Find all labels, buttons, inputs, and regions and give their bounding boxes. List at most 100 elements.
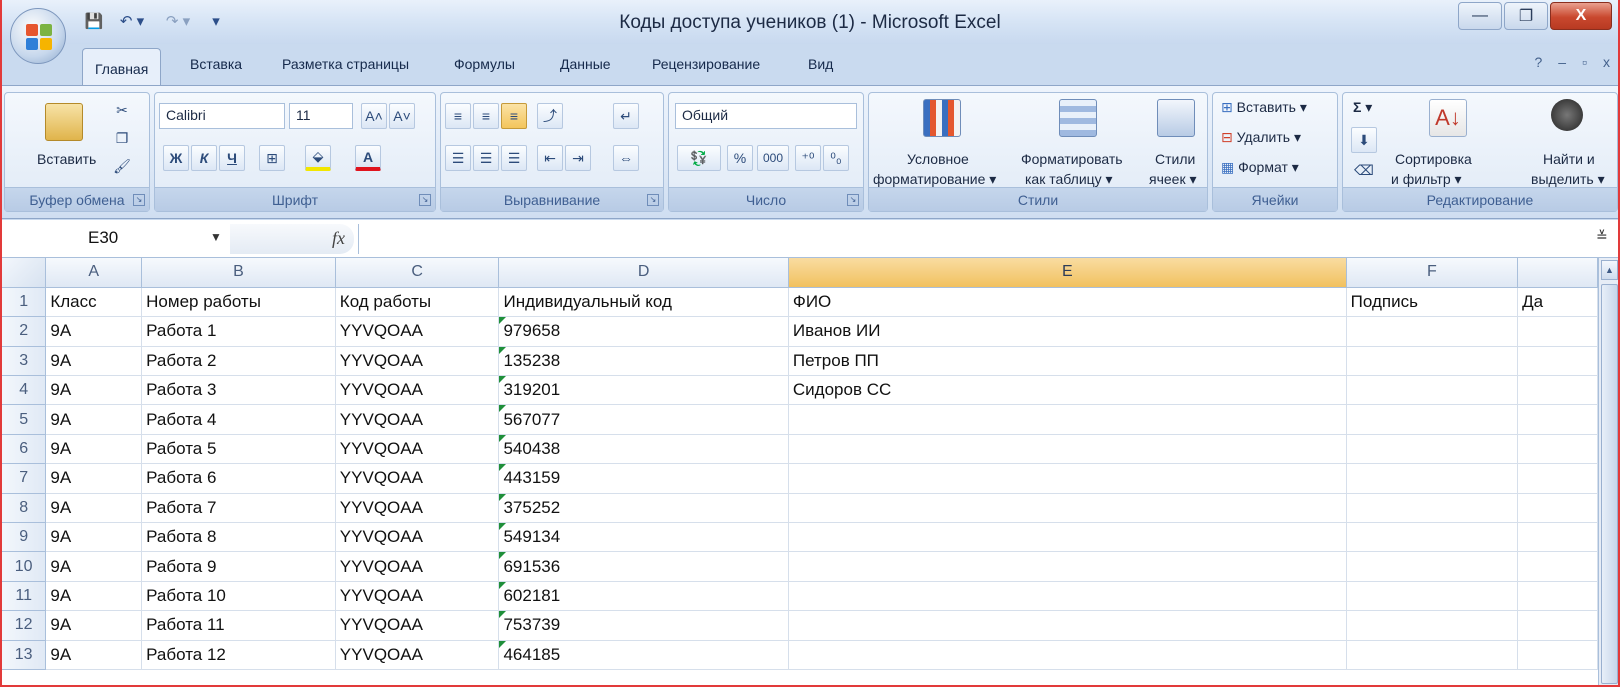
cell[interactable]: YYVQOAA <box>335 581 500 612</box>
cell[interactable] <box>1346 522 1519 553</box>
column-header-g[interactable] <box>1517 258 1598 288</box>
row-header[interactable]: 12 <box>2 610 47 641</box>
cell[interactable] <box>788 610 1347 641</box>
cell[interactable] <box>1517 493 1598 524</box>
cell[interactable] <box>1346 404 1519 435</box>
cell[interactable]: YYVQOAA <box>335 551 500 582</box>
format-cells-button[interactable]: ▦ Формат ▾ <box>1221 159 1299 176</box>
cell[interactable]: 9А <box>45 375 143 406</box>
cell[interactable]: YYVQOAA <box>335 522 500 553</box>
dialog-launcher-icon[interactable]: ↘ <box>419 194 431 206</box>
cell[interactable]: Сидоров СС <box>788 375 1347 406</box>
percent-style-button[interactable]: % <box>727 145 753 171</box>
cell[interactable]: 464185 <box>498 640 789 670</box>
cell[interactable] <box>1517 522 1598 553</box>
row-header[interactable]: 2 <box>2 316 47 347</box>
cut-icon[interactable]: ✂ <box>109 97 135 123</box>
cell[interactable]: 9А <box>45 640 143 670</box>
row-header[interactable]: 1 <box>2 287 47 318</box>
font-color-icon[interactable]: A <box>355 145 381 171</box>
align-center-icon[interactable]: ☰ <box>473 145 499 171</box>
decrease-indent-icon[interactable]: ⇤ <box>537 145 563 171</box>
cell[interactable]: Петров ПП <box>788 346 1347 377</box>
cell[interactable] <box>1517 463 1598 494</box>
tab-home[interactable]: Главная <box>82 48 162 86</box>
align-right-icon[interactable]: ☰ <box>501 145 527 171</box>
align-middle-icon[interactable]: ≡ <box>473 103 499 129</box>
fill-color-icon[interactable]: ⬙ <box>305 145 331 171</box>
formula-input[interactable] <box>358 224 1590 254</box>
delete-cells-button[interactable]: ⊟ Удалить ▾ <box>1221 129 1301 146</box>
cell[interactable] <box>1517 551 1598 582</box>
cell[interactable]: YYVQOAA <box>335 463 500 494</box>
row-header[interactable]: 9 <box>2 522 47 553</box>
cell[interactable]: Работа 5 <box>141 434 336 465</box>
cell[interactable] <box>1517 610 1598 641</box>
cell[interactable] <box>788 434 1347 465</box>
comma-style-button[interactable]: 000 <box>757 145 789 171</box>
clear-icon[interactable]: ⌫ <box>1351 157 1377 183</box>
cell[interactable]: YYVQOAA <box>335 375 500 406</box>
cell[interactable]: 443159 <box>498 463 789 494</box>
cell[interactable] <box>788 404 1347 435</box>
sort-filter-label-1[interactable]: Сортировка <box>1395 151 1472 167</box>
workbook-close-button[interactable]: x <box>1603 54 1610 70</box>
cell[interactable] <box>1346 640 1519 670</box>
cell[interactable]: Работа 4 <box>141 404 336 435</box>
cell[interactable]: 9А <box>45 522 143 553</box>
row-header[interactable]: 13 <box>2 640 47 670</box>
row-header[interactable]: 10 <box>2 551 47 582</box>
tab-data[interactable]: Данные <box>560 56 611 72</box>
tab-formulas[interactable]: Формулы <box>454 56 515 72</box>
cell[interactable]: YYVQOAA <box>335 404 500 435</box>
font-size-select[interactable]: 11 <box>289 103 353 129</box>
format-as-table-label-2[interactable]: как таблицу ▾ <box>1025 171 1113 188</box>
cell[interactable]: YYVQOAA <box>335 640 500 670</box>
align-top-icon[interactable]: ≡ <box>445 103 471 129</box>
decrease-decimal-button[interactable]: ⁰₀ <box>823 145 849 171</box>
format-painter-icon[interactable]: 🖌 <box>109 153 135 179</box>
cell[interactable]: 9А <box>45 493 143 524</box>
merge-center-icon[interactable]: ⇔ <box>613 145 639 171</box>
conditional-formatting-label-2[interactable]: форматирование ▾ <box>873 171 996 188</box>
increase-indent-icon[interactable]: ⇥ <box>565 145 591 171</box>
expand-formula-bar-icon[interactable]: ≚ <box>1596 228 1616 250</box>
insert-cells-button[interactable]: ⊞ Вставить ▾ <box>1221 99 1307 116</box>
column-header-f[interactable]: F <box>1346 258 1519 288</box>
cell[interactable]: 9А <box>45 434 143 465</box>
cell[interactable] <box>1346 610 1519 641</box>
accounting-format-icon[interactable]: 💱 <box>677 145 721 171</box>
paste-icon[interactable] <box>45 103 83 141</box>
orientation-icon[interactable]: ⤴ <box>537 103 563 129</box>
cell-styles-icon[interactable] <box>1157 99 1195 137</box>
cell[interactable] <box>788 522 1347 553</box>
help-icon[interactable]: ? <box>1534 54 1542 70</box>
cell[interactable] <box>788 551 1347 582</box>
cell[interactable]: 979658 <box>498 316 789 347</box>
cell[interactable] <box>1517 375 1598 406</box>
scroll-thumb[interactable] <box>1601 284 1618 684</box>
row-header[interactable]: 5 <box>2 404 47 435</box>
find-select-label-1[interactable]: Найти и <box>1543 151 1595 167</box>
column-header-a[interactable]: A <box>45 258 143 288</box>
cell[interactable] <box>1517 640 1598 670</box>
minimize-button[interactable]: — <box>1458 2 1502 30</box>
row-header[interactable]: 8 <box>2 493 47 524</box>
format-as-table-label-1[interactable]: Форматировать <box>1021 151 1123 167</box>
cell[interactable] <box>1346 346 1519 377</box>
cell[interactable]: 135238 <box>498 346 789 377</box>
copy-icon[interactable]: ❐ <box>109 125 135 151</box>
cell[interactable] <box>788 581 1347 612</box>
office-button[interactable] <box>10 8 66 64</box>
cell[interactable]: 375252 <box>498 493 789 524</box>
conditional-formatting-label-1[interactable]: Условное <box>907 151 969 167</box>
cell[interactable]: Класс <box>45 287 143 318</box>
cell[interactable]: 567077 <box>498 404 789 435</box>
column-header-e[interactable]: E <box>788 258 1347 288</box>
cell[interactable]: Да <box>1517 287 1598 318</box>
cell[interactable]: Работа 8 <box>141 522 336 553</box>
cell[interactable]: 9А <box>45 463 143 494</box>
format-as-table-icon[interactable] <box>1059 99 1097 137</box>
name-box[interactable]: E30 <box>4 224 228 254</box>
underline-button[interactable]: Ч <box>219 145 245 171</box>
